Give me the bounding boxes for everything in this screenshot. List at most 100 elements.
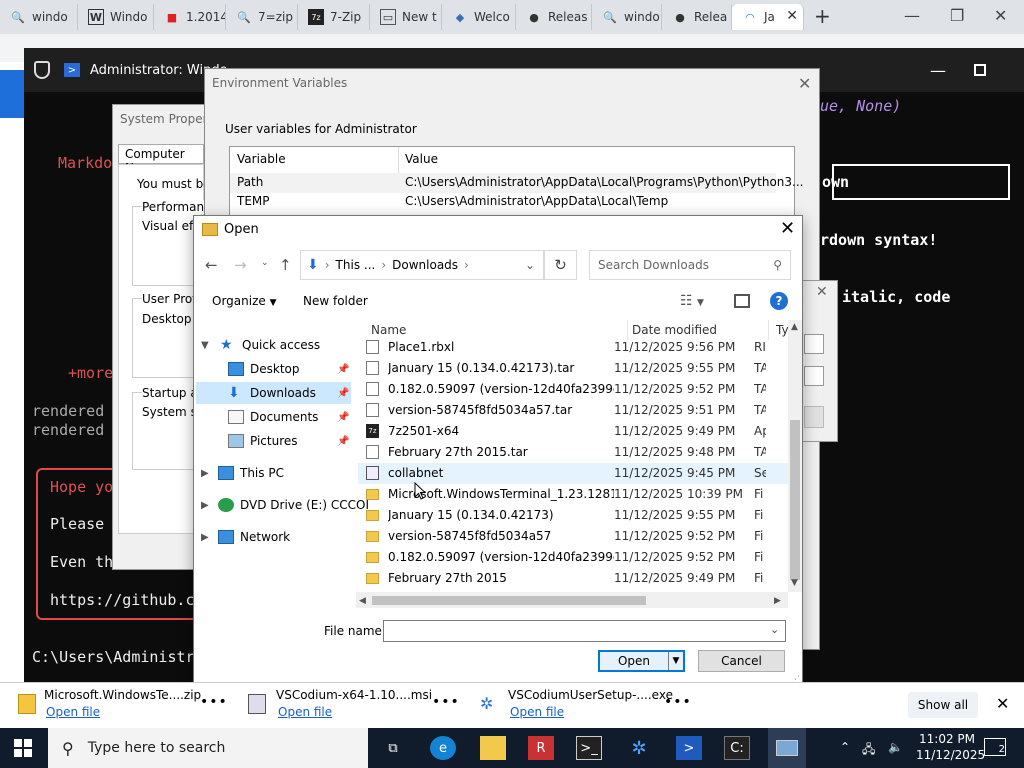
restore-icon[interactable]: ❐ (950, 6, 964, 25)
browser-tab[interactable]: 🔍 windo (592, 4, 662, 30)
vertical-scrollbar-thumb[interactable] (790, 420, 800, 580)
maximize-icon[interactable] (974, 64, 986, 76)
roblox-studio-icon[interactable]: R (528, 736, 554, 760)
column-header-value[interactable]: Value (405, 152, 438, 166)
vscodium-icon[interactable]: ✲ (626, 736, 652, 760)
terminal-app-icon[interactable]: >_ (576, 736, 602, 760)
file-name-input[interactable] (383, 620, 786, 642)
browser-tab[interactable]: ● Releas (516, 4, 592, 30)
close-icon[interactable]: ✕ (816, 284, 828, 300)
column-header-type[interactable]: Ty (776, 323, 789, 337)
file-row[interactable]: collabnet 11/12/2025 9:45 PM Se (366, 463, 776, 483)
notifications-icon[interactable]: 2 (984, 738, 1006, 756)
collapsed-chevron-icon[interactable]: ▶ (201, 532, 209, 543)
file-row[interactable]: version-58745f8fd5034a57.tar 11/12/2025 9… (366, 400, 776, 420)
refresh-button[interactable]: ↻ (544, 250, 577, 280)
scroll-up-icon[interactable]: ▲ (791, 322, 798, 332)
file-row[interactable]: Microsoft.WindowsTerminal_1.23.12811.0..… (366, 484, 776, 504)
nav-item-this-pc[interactable]: This PC (218, 462, 284, 484)
address-dropdown-chevron-icon[interactable]: ⌄ (525, 258, 535, 272)
new-folder-button[interactable]: New folder (303, 294, 368, 308)
collapsed-chevron-icon[interactable]: ▶ (201, 500, 209, 511)
command-prompt-icon[interactable]: C: (724, 736, 750, 760)
powershell-icon[interactable]: > (676, 736, 702, 760)
nav-item-downloads[interactable]: ⬇ Downloads (228, 382, 316, 404)
scroll-down-icon[interactable]: ▼ (791, 578, 798, 588)
chevron-down-icon[interactable]: ⌄ (770, 623, 779, 636)
file-row[interactable]: January 15 (0.134.0.42173) 11/12/2025 9:5… (366, 505, 776, 525)
nav-item-documents[interactable]: Documents (228, 406, 318, 428)
file-row[interactable]: Place1.rbxl 11/12/2025 9:56 PM RI (366, 337, 776, 357)
system-clock[interactable]: 11:02 PM 11/12/2025 (916, 731, 985, 763)
up-arrow-icon[interactable]: ↑ (279, 256, 292, 274)
nav-item-quick-access[interactable]: ★ Quick access (220, 334, 320, 356)
download-item[interactable]: Microsoft.WindowsTe....zip Open file (44, 688, 201, 719)
nav-item-pictures[interactable]: Pictures (228, 430, 298, 452)
show-all-button[interactable]: Show all (908, 692, 978, 718)
organize-button[interactable]: Organize ▼ (212, 294, 277, 308)
more-options-icon[interactable]: ••• (432, 694, 460, 710)
open-file-link[interactable]: Open file (46, 705, 201, 719)
close-icon[interactable]: ✕ (798, 74, 811, 93)
collapsed-chevron-icon[interactable]: ▶ (201, 468, 209, 479)
edge-icon[interactable]: e (430, 736, 456, 760)
close-icon[interactable]: ✕ (994, 6, 1007, 25)
change-view-button[interactable]: ☷ ▼ (680, 293, 704, 309)
nav-item-desktop[interactable]: Desktop (228, 358, 300, 380)
open-button[interactable]: Open ▼ (598, 650, 685, 672)
browser-tab[interactable]: ■ 1.2014 (154, 4, 226, 30)
download-item[interactable]: VSCodium-x64-1.10....msi Open file (276, 688, 432, 719)
address-bar[interactable]: ⬇ › This ... › Downloads › ⌄ (300, 250, 544, 280)
horizontal-scrollbar-thumb[interactable] (372, 596, 646, 605)
file-explorer-icon[interactable] (480, 736, 506, 760)
open-file-link[interactable]: Open file (510, 705, 673, 719)
open-options-chevron-icon[interactable]: ▼ (668, 652, 683, 670)
more-options-icon[interactable]: ••• (664, 694, 692, 710)
file-row[interactable]: January 15 (0.134.0.42173).tar 11/12/2025… (366, 358, 776, 378)
browser-tab[interactable]: ◆ Welco (442, 4, 516, 30)
column-header-date-modified[interactable]: Date modified (632, 323, 717, 337)
tab-computer-name[interactable]: Computer Name (118, 144, 204, 175)
forward-arrow-icon[interactable]: → (234, 256, 247, 274)
file-row[interactable]: 7z 7z2501-x64 11/12/2025 9:49 PM Ap (366, 421, 776, 441)
network-icon[interactable]: 🖧 (862, 740, 875, 761)
nav-item-dvd-drive[interactable]: DVD Drive (E:) CCCOI (218, 494, 369, 516)
show-hidden-icons-icon[interactable]: ⌃ (840, 740, 850, 754)
nav-item-network[interactable]: Network (218, 526, 290, 548)
active-app-icon[interactable] (768, 728, 806, 768)
file-row[interactable]: 0.182.0.59097 (version-12d40fa2399e46ca.… (366, 379, 776, 399)
column-header-variable[interactable]: Variable (237, 152, 286, 166)
file-row[interactable]: version-58745f8fd5034a57 11/12/2025 9:52 … (366, 526, 776, 546)
download-item[interactable]: VSCodiumUserSetup-....exe Open file (508, 688, 673, 719)
volume-icon[interactable]: 🔈 (888, 740, 903, 754)
scroll-left-icon[interactable]: ◀ (359, 596, 366, 606)
preview-pane-icon[interactable] (734, 294, 750, 308)
file-row[interactable]: February 27th 2015.tar 11/12/2025 9:48 PM… (366, 442, 776, 462)
browser-tab[interactable]: ▭ New t (370, 4, 442, 30)
close-icon[interactable]: ✕ (996, 694, 1009, 713)
file-row[interactable]: 0.182.0.59097 (version-12d40fa2399e46ca)… (366, 547, 776, 567)
windows-start-icon[interactable] (14, 739, 32, 757)
scroll-right-icon[interactable]: ▶ (774, 596, 781, 606)
browser-tab[interactable]: 7z 7-Zip (298, 4, 370, 30)
back-arrow-icon[interactable]: ← (205, 256, 218, 274)
browser-tab[interactable]: 🔍 7=zip (226, 4, 298, 30)
user-variables-table[interactable]: Variable Value Path C:\Users\Administrat… (229, 146, 803, 226)
search-input[interactable]: Search Downloads ⚲ (589, 250, 791, 280)
more-options-icon[interactable]: ••• (200, 694, 228, 710)
breadcrumb-downloads[interactable]: Downloads (392, 258, 458, 272)
file-row[interactable]: February 27th 2015 11/12/2025 9:49 PM Fi (366, 568, 776, 588)
task-view-icon[interactable]: ⧉ (380, 736, 406, 760)
expanded-chevron-icon[interactable]: ▼ (201, 340, 209, 351)
browser-tab[interactable]: ● Relea (662, 4, 732, 30)
breadcrumb-this-pc[interactable]: This ... (336, 258, 376, 272)
browser-tab[interactable]: 🔍 windo (0, 4, 78, 30)
help-icon[interactable]: ? (770, 292, 788, 310)
column-header-name[interactable]: Name (371, 323, 406, 337)
cancel-button[interactable]: Cancel (698, 650, 785, 672)
close-icon[interactable]: ✕ (780, 218, 795, 239)
browser-tab[interactable]: W Windo (78, 4, 154, 30)
close-tab-icon[interactable]: ✕ (786, 8, 798, 24)
minimize-icon[interactable]: — (930, 61, 946, 80)
new-tab-button[interactable]: + (814, 4, 831, 28)
